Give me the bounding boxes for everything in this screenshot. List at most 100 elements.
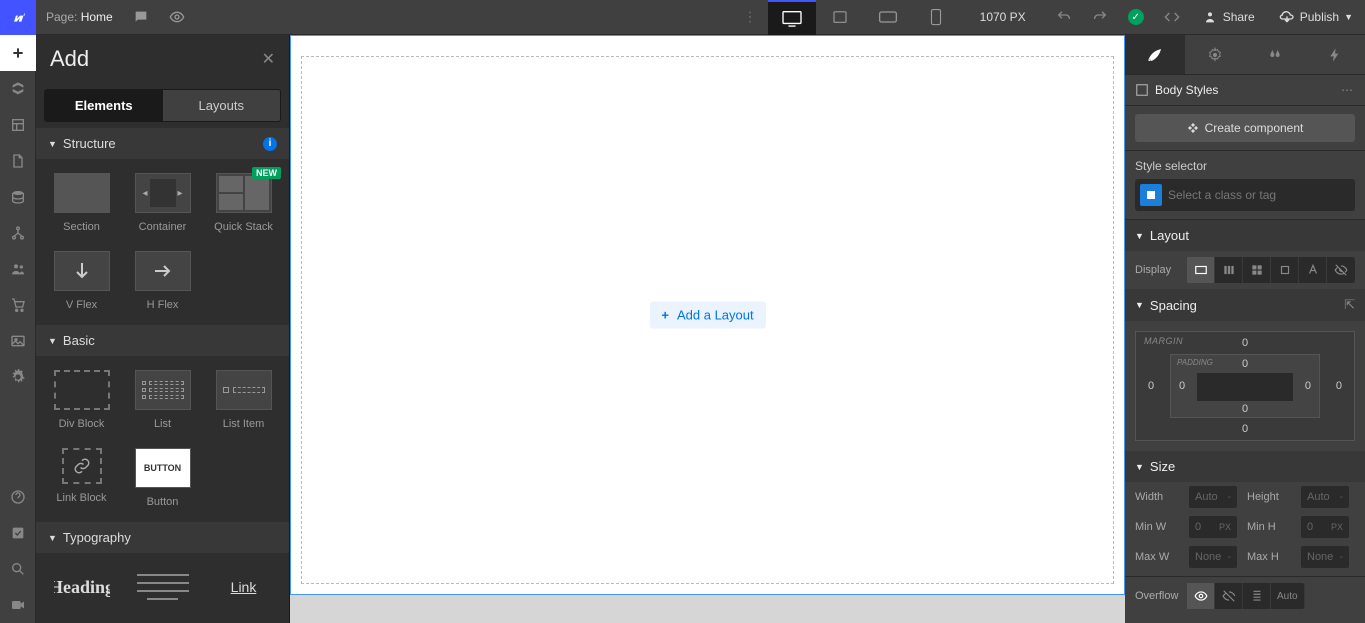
height-label: Height	[1247, 491, 1297, 503]
tab-elements[interactable]: Elements	[45, 90, 163, 121]
spacing-expand-icon[interactable]: ⇱	[1344, 297, 1355, 313]
display-flex-icon[interactable]	[1215, 257, 1243, 283]
maxw-input[interactable]: None-	[1189, 546, 1237, 568]
rail-users-icon[interactable]	[0, 251, 36, 287]
style-selector-input[interactable]: Select a class or tag	[1135, 179, 1355, 211]
breakpoint-tablet[interactable]	[816, 0, 864, 35]
rail-ecommerce-icon[interactable]	[0, 287, 36, 323]
element-heading[interactable]: Heading	[42, 559, 121, 623]
padding-box[interactable]: PADDING 0 0 0 0	[1170, 354, 1320, 418]
element-button[interactable]: BUTTON Button	[123, 440, 202, 516]
breakpoint-mobile-landscape[interactable]	[864, 0, 912, 35]
display-block-icon[interactable]	[1187, 257, 1215, 283]
rail-components-icon[interactable]	[0, 71, 36, 107]
spacing-section-header[interactable]: ▼Spacing⇱	[1125, 289, 1365, 321]
rail-audit-icon[interactable]	[0, 515, 36, 551]
overflow-auto-button[interactable]: Auto	[1271, 583, 1305, 609]
rail-navigator-icon[interactable]	[0, 107, 36, 143]
overflow-visible-icon[interactable]	[1187, 583, 1215, 609]
canvas[interactable]: + Add a Layout	[290, 35, 1125, 623]
display-none-icon[interactable]	[1327, 257, 1355, 283]
breakpoint-mobile[interactable]	[912, 0, 960, 35]
section-basic-label: Basic	[63, 333, 95, 348]
element-container[interactable]: ◂▸ Container	[123, 165, 202, 241]
display-grid-icon[interactable]	[1243, 257, 1271, 283]
undo-icon[interactable]	[1046, 0, 1082, 35]
interactions-tab-icon[interactable]	[1305, 35, 1365, 74]
maxh-input[interactable]: None-	[1301, 546, 1349, 568]
rail-video-icon[interactable]	[0, 587, 36, 623]
margin-right[interactable]: 0	[1336, 380, 1342, 392]
minh-label: Min H	[1247, 521, 1297, 533]
display-inline-block-icon[interactable]	[1271, 257, 1299, 283]
height-input[interactable]: Auto-	[1301, 486, 1349, 508]
rail-cms-icon[interactable]	[0, 179, 36, 215]
margin-bottom[interactable]: 0	[1242, 423, 1248, 435]
section-structure-header[interactable]: ▼ Structure i	[36, 128, 289, 159]
margin-left[interactable]: 0	[1148, 380, 1154, 392]
comments-icon[interactable]	[123, 0, 159, 35]
breakpoint-desktop[interactable]	[768, 0, 816, 35]
style-tab-icon[interactable]	[1125, 35, 1185, 74]
width-input[interactable]: Auto-	[1189, 486, 1237, 508]
element-vflex[interactable]: V Flex	[42, 243, 121, 319]
create-component-button[interactable]: Create component	[1135, 114, 1355, 142]
body-styles-menu-icon[interactable]: ⋯	[1341, 83, 1355, 97]
style-selector-label: Style selector	[1135, 159, 1355, 173]
settings-tab-icon[interactable]	[1185, 35, 1245, 74]
width-label: Width	[1135, 491, 1185, 503]
publish-button[interactable]: Publish ▼	[1267, 0, 1365, 35]
preview-icon[interactable]	[159, 0, 195, 35]
element-section[interactable]: Section	[42, 165, 121, 241]
padding-bottom[interactable]: 0	[1242, 403, 1248, 415]
page-name: Home	[81, 10, 113, 24]
element-list[interactable]: List	[123, 362, 202, 438]
rail-logic-icon[interactable]	[0, 215, 36, 251]
selector-state-icon[interactable]	[1140, 184, 1162, 206]
element-textlink[interactable]: Link	[204, 559, 283, 623]
minh-input[interactable]: 0PX	[1301, 516, 1349, 538]
webflow-logo[interactable]	[0, 0, 36, 35]
share-button[interactable]: Share	[1190, 0, 1267, 35]
padding-top[interactable]: 0	[1242, 358, 1248, 370]
add-layout-button[interactable]: + Add a Layout	[649, 302, 765, 329]
rail-assets-icon[interactable]	[0, 323, 36, 359]
rail-search-icon[interactable]	[0, 551, 36, 587]
section-typography-header[interactable]: ▼ Typography	[36, 522, 289, 553]
element-hflex[interactable]: H Flex	[123, 243, 202, 319]
export-code-icon[interactable]	[1154, 0, 1190, 35]
layout-section-header[interactable]: ▼Layout	[1125, 220, 1365, 251]
publish-label: Publish	[1300, 10, 1339, 24]
tab-layouts[interactable]: Layouts	[163, 90, 281, 121]
minw-input[interactable]: 0PX	[1189, 516, 1237, 538]
status-ok-icon[interactable]: ✓	[1118, 0, 1154, 35]
page-selector[interactable]: Page: Home	[36, 10, 123, 24]
rail-settings-icon[interactable]	[0, 359, 36, 395]
margin-top[interactable]: 0	[1242, 337, 1248, 349]
size-section-header[interactable]: ▼Size	[1125, 451, 1365, 482]
rail-help-icon[interactable]	[0, 479, 36, 515]
overflow-hidden-icon[interactable]	[1215, 583, 1243, 609]
redo-icon[interactable]	[1082, 0, 1118, 35]
rail-pages-icon[interactable]	[0, 143, 36, 179]
element-linkblock[interactable]: Link Block	[42, 440, 121, 516]
effects-tab-icon[interactable]	[1245, 35, 1305, 74]
canvas-body[interactable]: + Add a Layout	[290, 35, 1125, 595]
element-listitem[interactable]: List Item	[204, 362, 283, 438]
element-quickstack[interactable]: NEW Quick Stack	[204, 165, 283, 241]
display-inline-icon[interactable]	[1299, 257, 1327, 283]
element-paragraph[interactable]	[123, 559, 202, 623]
more-icon[interactable]	[732, 0, 768, 35]
margin-box[interactable]: MARGIN 0 0 0 0 PADDING 0 0 0 0	[1135, 331, 1355, 441]
maxh-label: Max H	[1247, 551, 1297, 563]
close-panel-icon[interactable]: ✕	[262, 49, 275, 69]
info-icon[interactable]: i	[263, 137, 277, 151]
section-basic-header[interactable]: ▼ Basic	[36, 325, 289, 356]
padding-right[interactable]: 0	[1305, 380, 1311, 392]
canvas-width-label[interactable]: 1070 PX	[960, 10, 1046, 24]
overflow-scroll-icon[interactable]	[1243, 583, 1271, 609]
padding-left[interactable]: 0	[1179, 380, 1185, 392]
rail-add-icon[interactable]	[0, 35, 36, 71]
element-divblock[interactable]: Div Block	[42, 362, 121, 438]
maxw-label: Max W	[1135, 551, 1185, 563]
